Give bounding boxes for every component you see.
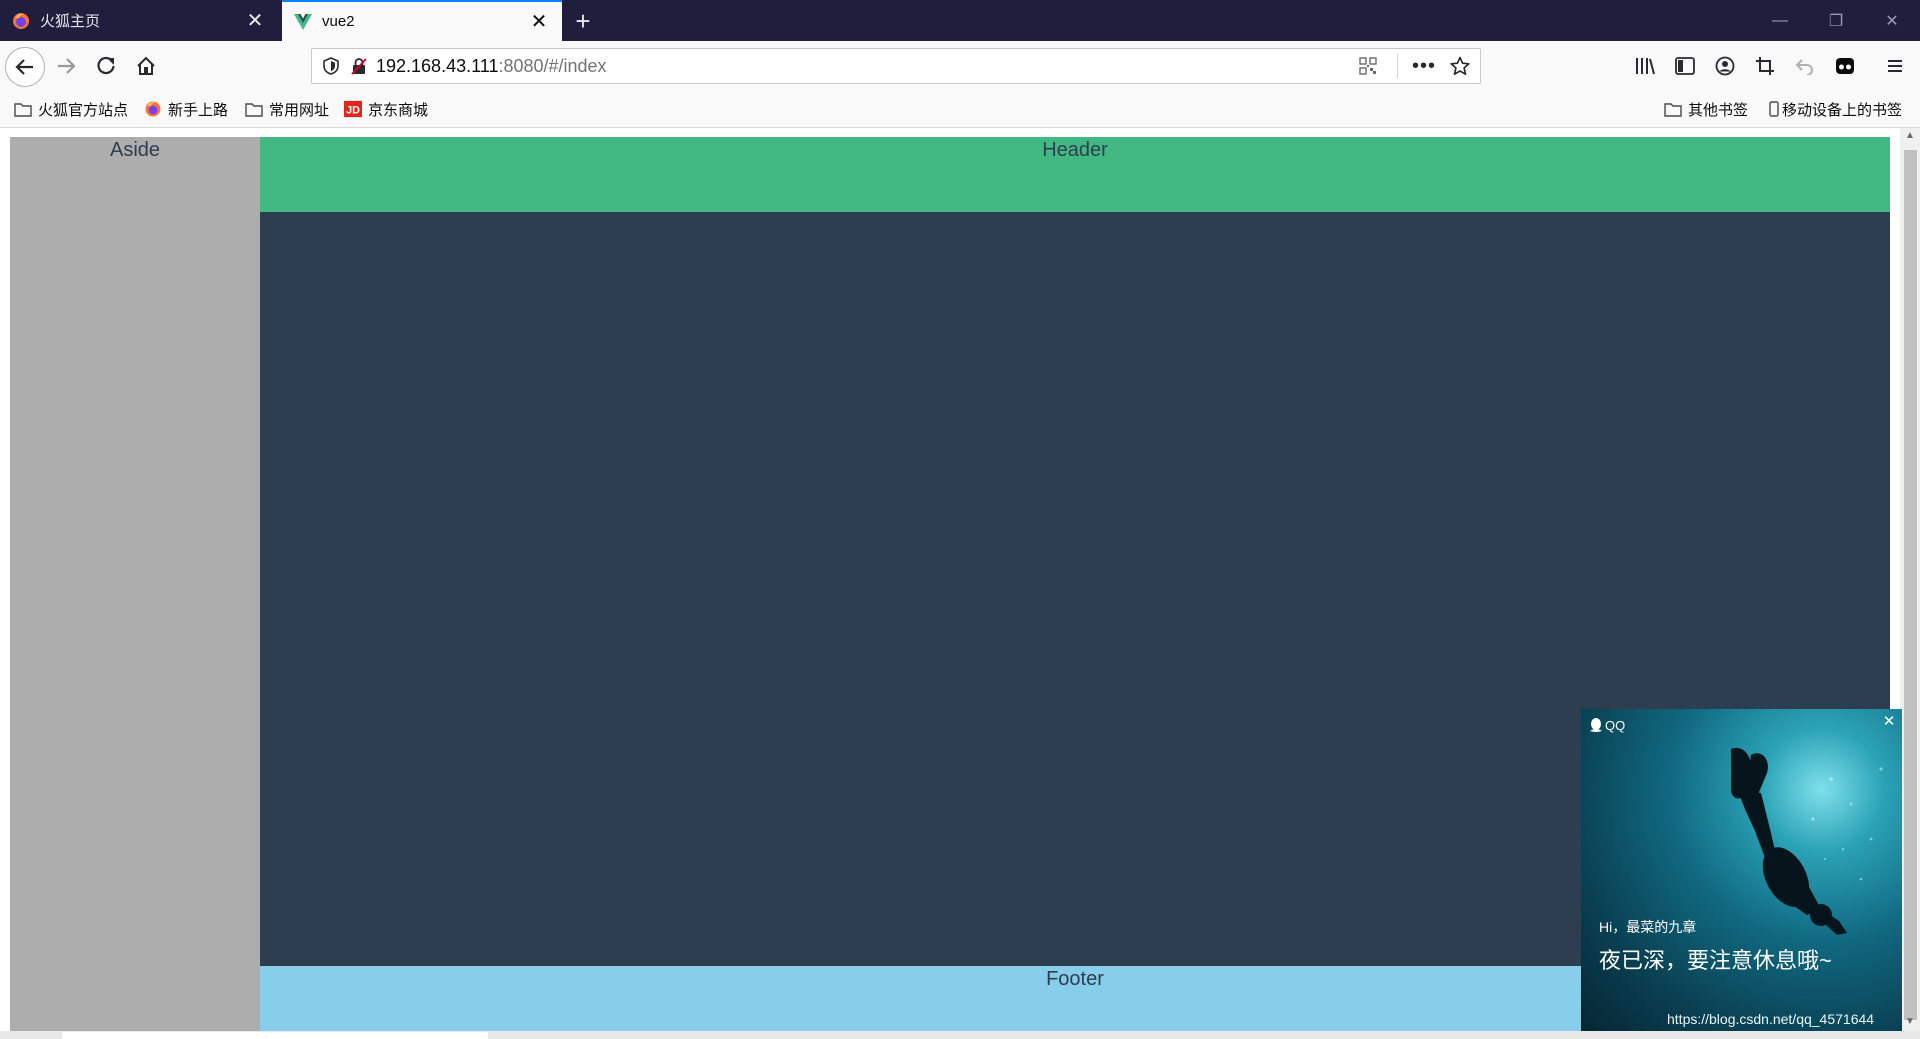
reload-button[interactable]: [88, 48, 124, 84]
aside-label: Aside: [109, 139, 161, 161]
close-icon[interactable]: ✕: [1880, 713, 1898, 731]
qq-header: QQ: [1589, 717, 1625, 733]
account-icon[interactable]: [1707, 48, 1743, 84]
close-window-icon[interactable]: ✕: [1864, 0, 1920, 41]
arrow-right-icon: [58, 58, 76, 74]
bookmark-getting-started[interactable]: 新手上路: [144, 98, 228, 120]
tab-title: 火狐主页: [40, 13, 101, 30]
folder-icon: [1664, 101, 1682, 117]
home-button[interactable]: [128, 48, 164, 84]
bookmark-label: 移动设备上的书签: [1782, 101, 1903, 119]
bookmark-firefox-official[interactable]: 火狐官方站点: [14, 98, 128, 120]
undo-icon[interactable]: [1787, 48, 1823, 84]
firefox-icon: [144, 101, 162, 117]
new-tab-button[interactable]: +: [568, 6, 598, 36]
diver-illustration: [1731, 747, 1883, 935]
minimize-icon[interactable]: —: [1752, 0, 1808, 41]
header-panel: Header: [260, 137, 1890, 212]
bookmark-common-sites[interactable]: 常用网址: [245, 98, 329, 120]
firefox-icon: [12, 12, 30, 30]
screenshot-crop-icon[interactable]: [1747, 48, 1783, 84]
svg-text:JD: JD: [346, 105, 360, 117]
bookmark-label: 其他书签: [1688, 101, 1749, 119]
insecure-lock-icon[interactable]: [350, 57, 368, 75]
tab-firefox-home[interactable]: 火狐主页 ✕: [0, 0, 278, 41]
aside-panel: Aside: [10, 137, 260, 1031]
folder-icon: [245, 101, 263, 117]
horizontal-scroll-thumb[interactable]: [62, 1032, 488, 1039]
reload-icon: [97, 56, 115, 75]
watermark-text: https://blog.csdn.net/qq_4571644: [1667, 1011, 1875, 1027]
home-icon: [137, 56, 155, 75]
shield-icon[interactable]: [322, 57, 340, 75]
bookmark-label: 火狐官方站点: [38, 101, 129, 119]
scroll-up-icon[interactable]: ▲: [1903, 130, 1917, 144]
menu-icon[interactable]: [1877, 48, 1913, 84]
url-host: 192.168.43.111: [376, 55, 499, 76]
vertical-scroll-thumb[interactable]: [1904, 150, 1917, 1020]
restore-icon[interactable]: ❐: [1808, 0, 1864, 41]
bookmark-label: 京东商城: [368, 101, 429, 119]
scroll-down-icon[interactable]: ▼: [1903, 1016, 1917, 1030]
star-icon[interactable]: [1450, 56, 1470, 76]
library-icon[interactable]: [1627, 48, 1663, 84]
divider: [1396, 54, 1398, 78]
vue-icon: [294, 13, 312, 31]
qq-message: 夜已深，要注意休息哦~: [1599, 948, 1832, 973]
url-path: :8080/#/index: [498, 55, 607, 76]
qq-notification-popup[interactable]: QQ ✕ Hi，最菜的九章 夜已深，要注意休息哦~ https://blog.c…: [1581, 709, 1902, 1031]
page-actions-icon[interactable]: •••: [1412, 55, 1436, 78]
qq-app-name: QQ: [1605, 717, 1626, 733]
tab-vue2[interactable]: vue2 ✕: [282, 0, 562, 41]
arrow-left-icon: [15, 59, 33, 75]
forward-button[interactable]: [48, 48, 84, 84]
bookmark-label: 常用网址: [269, 101, 330, 119]
bookmark-other[interactable]: 其他书签: [1664, 98, 1748, 120]
back-button[interactable]: [5, 47, 45, 87]
qq-greeting: Hi，最菜的九章: [1599, 919, 1697, 935]
jd-icon: JD: [344, 100, 362, 118]
extension-icon[interactable]: [1827, 48, 1863, 84]
qq-penguin-icon: [1590, 718, 1602, 732]
qr-code-icon[interactable]: [1359, 57, 1377, 75]
close-icon[interactable]: ✕: [528, 11, 550, 33]
header-label: Header: [1042, 139, 1108, 161]
bookmark-label: 新手上路: [168, 101, 229, 119]
close-icon[interactable]: ✕: [244, 10, 266, 32]
folder-icon: [14, 101, 32, 117]
sidebar-icon[interactable]: [1667, 48, 1703, 84]
bookmark-mobile[interactable]: 移动设备上的书签: [1768, 98, 1902, 120]
tab-title: vue2: [322, 13, 355, 30]
mobile-icon: [1768, 101, 1780, 117]
url-bar[interactable]: 192.168.43.111:8080/#/index •••: [311, 48, 1481, 84]
bookmark-jd-mall[interactable]: JD 京东商城: [344, 98, 428, 120]
